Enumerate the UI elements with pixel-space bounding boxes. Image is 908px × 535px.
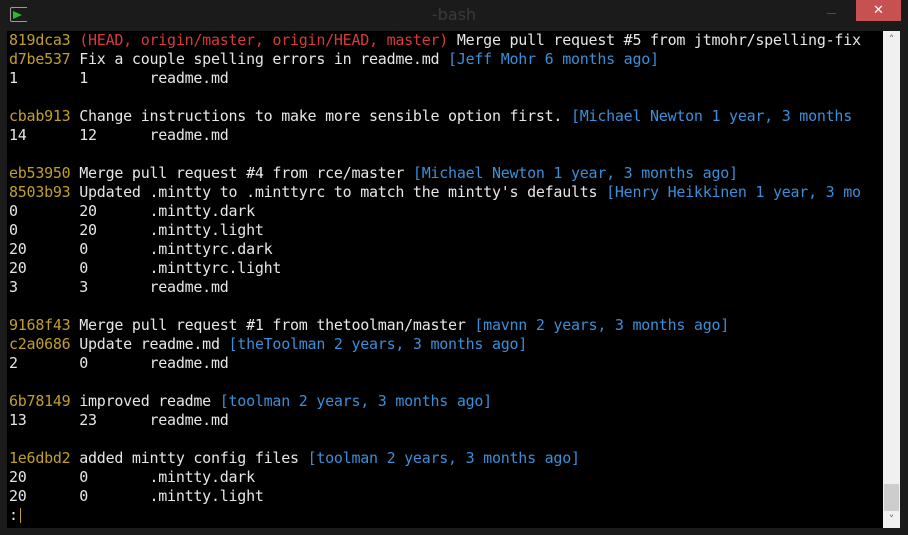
commit-line: 9168f43 Merge pull request #1 from theto… (9, 316, 861, 335)
lines-removed: 20 (79, 202, 97, 220)
lines-added: 20 (9, 487, 27, 505)
scroll-down-icon[interactable]: ˅ (883, 511, 900, 528)
lines-added: 2 (9, 354, 18, 372)
commit-line: cbab913 Change instructions to make more… (9, 107, 861, 126)
prompt-text: : (9, 506, 18, 524)
commit-message: Fix a couple spelling errors in readme.m… (79, 50, 440, 68)
commit-author-date: [theToolman 2 years, 3 months ago] (228, 335, 528, 353)
file-name: .minttyrc.light (149, 259, 282, 277)
text-cursor (19, 508, 21, 523)
commit-message: improved readme (79, 392, 211, 410)
lines-removed: 0 (79, 240, 89, 258)
file-name: readme.md (149, 69, 229, 87)
lines-removed: 0 (79, 354, 89, 372)
numstat-line: 20 0 .mintty.dark (9, 468, 861, 487)
commit-hash: c2a0686 (9, 335, 71, 353)
commit-hash: 1e6dbd2 (9, 449, 71, 467)
numstat-line: 20 0 .mintty.light (9, 487, 861, 506)
commit-message: Merge pull request #4 from rce/master (79, 164, 405, 182)
commit-hash: 819dca3 (9, 31, 71, 49)
lines-added: 20 (9, 240, 27, 258)
file-name: readme.md (149, 354, 229, 372)
close-button[interactable]: ✕ (856, 0, 901, 21)
file-name: readme.md (149, 411, 229, 429)
lines-added: 14 (9, 126, 27, 144)
file-name: readme.md (149, 126, 229, 144)
numstat-line: 0 20 .mintty.light (9, 221, 861, 240)
commit-message: Merge pull request #1 from thetoolman/ma… (79, 316, 466, 334)
lines-added: 20 (9, 468, 27, 486)
file-name: .mintty.light (149, 221, 264, 239)
title-bar: -bash ✕ (0, 0, 908, 30)
commit-hash: eb53950 (9, 164, 71, 182)
git-log: 819dca3 (HEAD, origin/master, origin/HEA… (9, 31, 861, 525)
file-name: readme.md (149, 278, 229, 296)
file-name: .mintty.light (149, 487, 264, 505)
lines-removed: 0 (79, 468, 89, 486)
commit-author-date: [Michael Newton 1 year, 3 months ago] (412, 164, 738, 182)
numstat-line: 2 0 readme.md (9, 354, 861, 373)
scroll-up-icon[interactable]: ˄ (883, 31, 900, 48)
commit-hash: cbab913 (9, 107, 71, 125)
commit-refs: (HEAD, origin/master, origin/HEAD, maste… (79, 31, 449, 49)
terminal-output[interactable]: 819dca3 (HEAD, origin/master, origin/HEA… (7, 31, 883, 528)
lines-removed: 3 (79, 278, 89, 296)
commit-line: d7be537 Fix a couple spelling errors in … (9, 50, 861, 69)
file-name: .mintty.dark (149, 202, 256, 220)
pager-prompt[interactable]: : (9, 506, 861, 525)
window-title: -bash (431, 5, 477, 24)
commit-line: 819dca3 (HEAD, origin/master, origin/HEA… (9, 31, 861, 50)
minimize-icon (826, 13, 836, 14)
commit-author-date: [Jeff Mohr 6 months ago] (448, 50, 659, 68)
numstat-line: 20 0 .minttyrc.light (9, 259, 861, 278)
commit-message: added mintty config files (79, 449, 299, 467)
commit-line: 6b78149 improved readme [toolman 2 years… (9, 392, 861, 411)
lines-added: 20 (9, 259, 27, 277)
lines-added: 3 (9, 278, 18, 296)
commit-message: Updated .mintty to .minttyrc to match th… (79, 183, 598, 201)
numstat-line: 14 12 readme.md (9, 126, 861, 145)
commit-hash: 9168f43 (9, 316, 71, 334)
numstat-line: 13 23 readme.md (9, 411, 861, 430)
file-name: .minttyrc.dark (149, 240, 273, 258)
lines-added: 1 (9, 69, 18, 87)
commit-message: Change instructions to make more sensibl… (79, 107, 563, 125)
lines-removed: 12 (79, 126, 97, 144)
lines-removed: 1 (79, 69, 89, 87)
lines-removed: 0 (79, 487, 89, 505)
lines-added: 0 (9, 202, 18, 220)
lines-added: 13 (9, 411, 27, 429)
commit-line: eb53950 Merge pull request #4 from rce/m… (9, 164, 861, 183)
lines-removed: 0 (79, 259, 89, 277)
numstat-line: 20 0 .minttyrc.dark (9, 240, 861, 259)
commit-author-date: [toolman 2 years, 3 months ago] (219, 392, 492, 410)
file-name: .mintty.dark (149, 468, 256, 486)
commit-hash: 6b78149 (9, 392, 71, 410)
commit-message: Merge pull request #5 from jtmohr/spelli… (456, 31, 861, 49)
numstat-line: 1 1 readme.md (9, 69, 861, 88)
commit-hash: d7be537 (9, 50, 71, 68)
numstat-line: 0 20 .mintty.dark (9, 202, 861, 221)
scrollbar[interactable]: ˄ ˅ (883, 31, 900, 528)
scrollbar-thumb[interactable] (884, 484, 899, 511)
numstat-line: 3 3 readme.md (9, 278, 861, 297)
commit-author-date: [mavnn 2 years, 3 months ago] (474, 316, 730, 334)
lines-removed: 20 (79, 221, 97, 239)
commit-author-date: [toolman 2 years, 3 months ago] (307, 449, 580, 467)
commit-author-date: [Henry Heikkinen 1 year, 3 mo (606, 183, 861, 201)
commit-line: c2a0686 Update readme.md [theToolman 2 y… (9, 335, 861, 354)
commit-line: 1e6dbd2 added mintty config files [toolm… (9, 449, 861, 468)
lines-removed: 23 (79, 411, 97, 429)
lines-added: 0 (9, 221, 18, 239)
commit-message: Update readme.md (79, 335, 220, 353)
commit-line: 8503b93 Updated .mintty to .minttyrc to … (9, 183, 861, 202)
close-icon: ✕ (873, 3, 884, 18)
commit-author-date: [Michael Newton 1 year, 3 months (570, 107, 852, 125)
commit-hash: 8503b93 (9, 183, 71, 201)
